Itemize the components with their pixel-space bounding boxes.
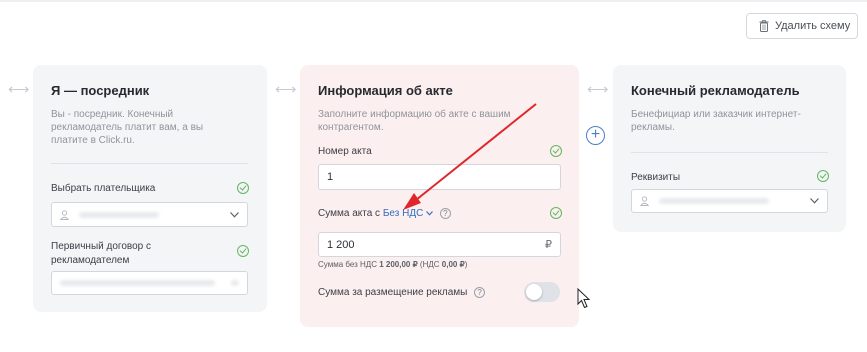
mouse-cursor-icon: [577, 288, 591, 309]
annotation-arrow-line: [415, 103, 537, 201]
annotation-arrow-head: [403, 193, 421, 210]
annotation-arrow: [403, 103, 537, 210]
